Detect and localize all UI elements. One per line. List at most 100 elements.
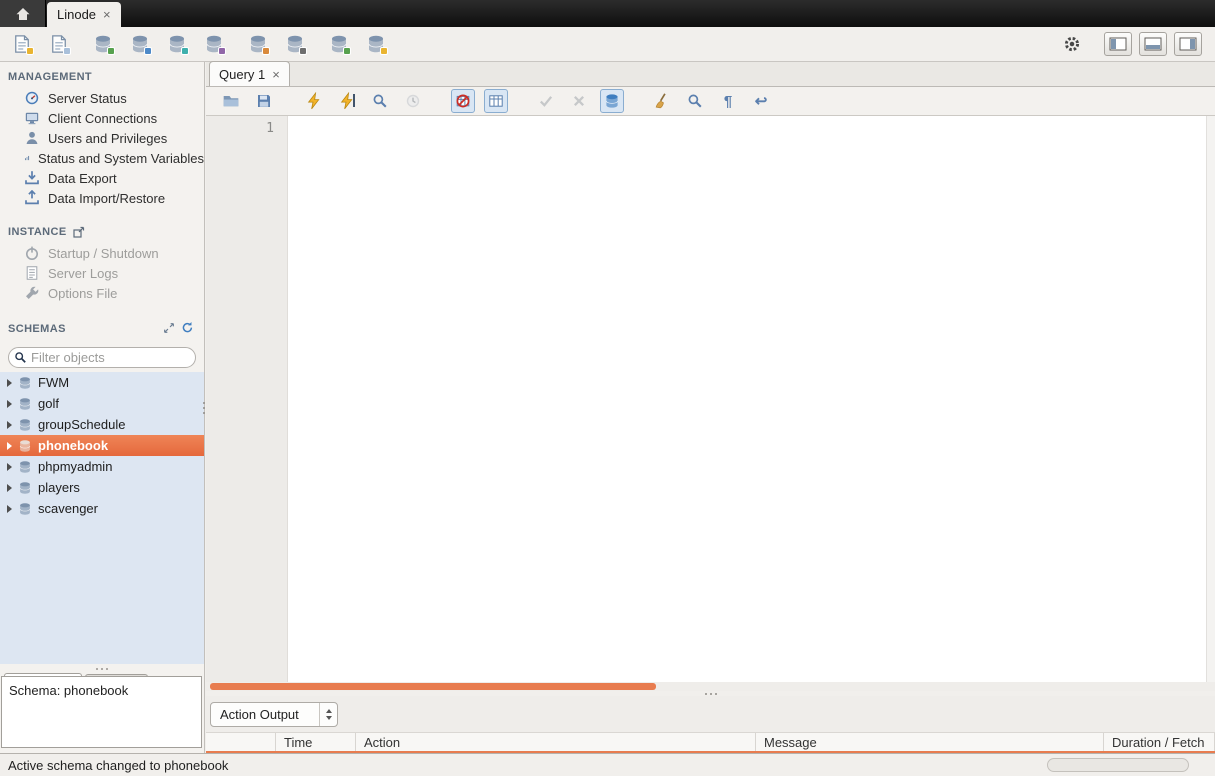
toggle-stop-on-error-button[interactable] [451,89,475,113]
open-sql-script-button[interactable] [46,31,72,57]
new-sql-tab-button[interactable] [9,31,35,57]
object-info-text: Schema: phonebook [9,683,128,698]
schema-filter-input[interactable] [31,350,192,365]
expander-arrow-icon[interactable] [7,400,12,408]
wrap-arrow-icon: ↩ [755,94,768,109]
search-icon [687,93,703,109]
expander-arrow-icon[interactable] [7,442,12,450]
show-invisibles-button[interactable]: ¶ [716,89,740,113]
icon-badge [299,47,307,55]
schema-item-phonebook[interactable]: phonebook [0,435,204,456]
sql-editor-text-area[interactable] [288,116,1206,682]
sidebar-bottom-splitter[interactable] [0,664,204,673]
execute-button[interactable] [302,89,326,113]
reconnect-dbms-icon [366,34,386,54]
find-button[interactable] [683,89,707,113]
sidebar-item-startup-shutdown[interactable]: Startup / Shutdown [0,243,204,263]
new-sql-tab-icon [12,34,32,54]
execute-current-statement-button[interactable] [335,89,359,113]
open-script-button[interactable] [219,89,243,113]
toggle-output-area-icon [1144,37,1162,51]
limit-rows-button[interactable] [484,89,508,113]
stop-button[interactable] [401,89,425,113]
rollback-button[interactable] [567,89,591,113]
editor-horizontal-scrollbar[interactable] [206,682,1215,691]
expander-arrow-icon[interactable] [7,379,12,387]
schema-item-groupSchedule[interactable]: groupSchedule [0,414,204,435]
data-export-icon [24,170,40,186]
create-schema-button[interactable] [90,31,116,57]
pilcrow-icon: ¶ [724,94,732,109]
reconnect-dbms-button[interactable] [363,31,389,57]
tab-query-1[interactable]: Query 1 × [209,61,290,86]
close-icon[interactable]: × [272,68,280,81]
close-icon[interactable]: × [103,8,111,21]
schemas-expand-button[interactable] [163,322,175,337]
refresh-icon [181,321,194,334]
sidebar-item-data-export[interactable]: Data Export [0,168,204,188]
icon-badge [107,47,115,55]
sidebar-item-label: Status and System Variables [38,151,204,166]
column-header-message[interactable]: Message [756,733,1104,751]
schema-icon [18,481,32,495]
instance-section-header: INSTANCE [0,217,204,243]
expander-arrow-icon[interactable] [7,463,12,471]
output-selector-spinner[interactable] [319,703,337,726]
search-table-data-button[interactable] [282,31,308,57]
output-selector[interactable]: Action Output [210,702,338,727]
broom-icon [653,92,671,110]
sidebar-item-users-privileges[interactable]: Users and Privileges [0,128,204,148]
scrollbar-thumb[interactable] [210,683,656,690]
sidebar-item-server-status[interactable]: Server Status [0,88,204,108]
editor-vertical-scrollbar[interactable] [1206,116,1215,682]
create-view-button[interactable] [164,31,190,57]
cross-icon [571,93,587,109]
toggle-autocommit-button[interactable] [600,89,624,113]
toggle-sidebar-button[interactable] [1104,32,1132,56]
schema-name: groupSchedule [38,417,125,432]
expander-arrow-icon[interactable] [7,484,12,492]
sidebar-item-label: Client Connections [48,111,157,126]
line-number: 1 [266,121,274,136]
schema-item-phpmyadmin[interactable]: phpmyadmin [0,456,204,477]
connection-tab[interactable]: Linode × [47,2,121,27]
sidebar-item-data-import[interactable]: Data Import/Restore [0,188,204,208]
status-message: Active schema changed to phonebook [8,758,228,773]
sidebar-item-server-logs[interactable]: Server Logs [0,263,204,283]
toggle-secondary-sidebar-button[interactable] [1174,32,1202,56]
icon-badge [144,47,152,55]
schema-item-scavenger[interactable]: scavenger [0,498,204,519]
object-info-panel: Schema: phonebook [1,676,202,748]
sidebar-item-system-variables[interactable]: Status and System Variables [0,148,204,168]
sidebar-item-options-file[interactable]: Options File [0,283,204,303]
expander-arrow-icon[interactable] [7,505,12,513]
table-data-import-button[interactable] [326,31,352,57]
column-header-duration[interactable]: Duration / Fetch [1104,733,1215,751]
schema-item-players[interactable]: players [0,477,204,498]
column-header-action[interactable]: Action [356,733,756,751]
create-table-button[interactable] [127,31,153,57]
output-table-header: Time Action Message Duration / Fetch [206,732,1215,751]
commit-button[interactable] [534,89,558,113]
create-function-button[interactable] [245,31,271,57]
schema-name: scavenger [38,501,98,516]
column-header-time[interactable]: Time [276,733,356,751]
column-header-status[interactable] [206,733,276,751]
toggle-output-area-button[interactable] [1139,32,1167,56]
explain-button[interactable] [368,89,392,113]
sidebar-item-label: Server Status [48,91,127,106]
sql-editor-toolbar: ¶ ↩ [206,87,1215,116]
query-tab-bar: Query 1 × [206,62,1215,87]
schema-item-golf[interactable]: golf [0,393,204,414]
save-script-button[interactable] [252,89,276,113]
sidebar-item-client-connections[interactable]: Client Connections [0,108,204,128]
preferences-button[interactable] [1059,31,1085,57]
home-tab[interactable] [0,0,46,27]
expander-arrow-icon[interactable] [7,421,12,429]
wrap-text-button[interactable]: ↩ [749,89,773,113]
clear-query-button[interactable] [650,89,674,113]
schema-item-FWM[interactable]: FWM [0,372,204,393]
schemas-refresh-button[interactable] [181,321,194,337]
create-procedure-button[interactable] [201,31,227,57]
search-icon [14,351,27,364]
